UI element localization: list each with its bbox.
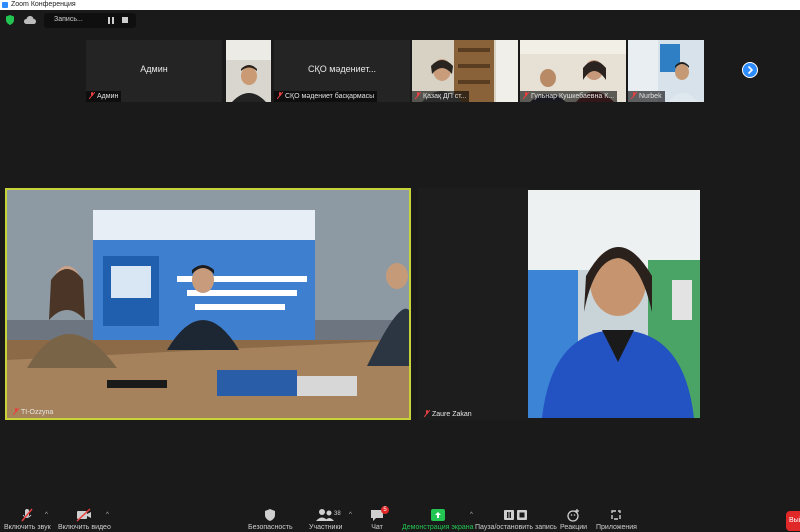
audio-options-caret[interactable]: ^ <box>45 512 48 518</box>
window-titlebar: Zoom Конференция <box>0 0 800 10</box>
participant-thumbnail-video[interactable]: Nurbek <box>628 40 704 102</box>
mic-muted-icon <box>523 92 529 99</box>
participant-thumbnail-video[interactable]: Гульнар Кушкебаевна К... <box>520 40 626 102</box>
camera-off-icon <box>76 508 92 522</box>
participant-name: TI-Ozzyna <box>21 409 54 416</box>
participant-display-name: Админ <box>140 64 168 74</box>
share-screen-button[interactable]: Демонстрация экрана <box>402 508 474 531</box>
participant-name-label: Zaure Zakan <box>424 410 472 418</box>
start-video-button[interactable]: Включить видео <box>58 508 111 531</box>
smiley-plus-icon <box>566 509 579 522</box>
microphone-muted-icon <box>21 508 33 522</box>
participant-caption-text: СҚО мәдениет басқармасы <box>285 93 375 100</box>
participant-caption-text: Қазақ ДП ст... <box>423 93 467 100</box>
unmute-audio-label: Включить звук <box>4 524 51 531</box>
recording-label: Запись... <box>54 16 83 23</box>
participant-name-label: TI-Ozzyna <box>13 408 53 416</box>
chat-unread-badge: 5 <box>381 506 389 514</box>
apps-label: Приложения <box>596 524 637 531</box>
pause-stop-recording-label: Пауза/остановить запись <box>475 524 557 531</box>
participant-thumbnail[interactable]: СҚО мәдениет... СҚО мәдениет басқармасы <box>274 40 410 102</box>
mic-muted-icon <box>424 410 430 417</box>
participant-caption: СҚО мәдениет басқармасы <box>274 91 378 102</box>
zoom-app-icon <box>2 2 8 8</box>
mic-muted-icon <box>277 92 283 99</box>
video-tile-image <box>7 190 409 418</box>
participant-name: Zaure Zakan <box>432 411 472 418</box>
apps-icon <box>611 510 622 520</box>
video-tile-camera-off[interactable]: Zaure Zakan <box>418 188 528 420</box>
participant-caption: Админ <box>86 91 122 102</box>
participant-caption-text: Админ <box>97 93 119 100</box>
next-page-button[interactable] <box>742 62 758 78</box>
participants-label: Участники <box>309 524 343 531</box>
participant-video-image <box>226 40 271 102</box>
leave-meeting-button[interactable]: Выйти <box>786 511 800 531</box>
participants-options-caret[interactable]: ^ <box>349 512 352 518</box>
participant-caption: Қазақ ДП ст... <box>412 91 470 102</box>
cloud-icon[interactable] <box>24 16 36 24</box>
mic-muted-icon <box>13 408 19 415</box>
reactions-label: Реакции <box>560 524 588 531</box>
participant-thumbnail[interactable]: Админ Админ <box>86 40 222 102</box>
stop-recording-icon[interactable] <box>122 17 128 23</box>
pause-stop-recording-button[interactable]: Пауза/остановить запись <box>475 508 557 531</box>
reactions-button[interactable]: Реакции <box>560 508 587 531</box>
security-button[interactable]: Безопасность <box>248 508 293 531</box>
window-title: Zoom Конференция <box>11 1 76 8</box>
mic-muted-icon <box>631 92 637 99</box>
chat-label: Чат <box>371 524 383 531</box>
participant-caption: Nurbek <box>628 91 665 102</box>
mic-muted-icon <box>89 92 95 99</box>
participant-caption: Гульнар Кушкебаевна К... <box>520 91 618 102</box>
video-options-caret[interactable]: ^ <box>106 512 109 518</box>
shield-icon[interactable] <box>6 15 14 25</box>
unmute-audio-button[interactable]: Включить звук <box>4 508 51 531</box>
share-options-caret[interactable]: ^ <box>470 512 473 518</box>
pause-stop-icon <box>503 510 527 520</box>
pause-recording-icon[interactable] <box>108 17 114 24</box>
start-video-label: Включить видео <box>58 524 111 531</box>
meeting-toolbar <box>0 500 800 532</box>
share-screen-label: Демонстрация экрана <box>402 524 474 531</box>
participants-count: 38 <box>334 511 341 517</box>
participant-display-name: СҚО мәдениет... <box>307 64 377 74</box>
participant-caption-text: Гульнар Кушкебаевна К... <box>531 93 615 100</box>
video-tile[interactable] <box>528 190 700 418</box>
security-label: Безопасность <box>248 524 293 531</box>
participant-caption-text: Nurbek <box>639 93 662 100</box>
mic-muted-icon <box>415 92 421 99</box>
video-tile-image <box>528 190 700 418</box>
shield-icon <box>265 509 276 521</box>
video-tile-active-speaker[interactable]: TI-Ozzyna <box>5 188 411 420</box>
share-screen-icon <box>430 509 445 521</box>
apps-button[interactable]: Приложения <box>596 508 637 531</box>
participant-thumbnail-video[interactable]: Қазақ ДП ст... <box>412 40 518 102</box>
participant-thumbnail-video[interactable] <box>226 40 271 102</box>
participants-icon <box>315 509 334 521</box>
chevron-right-icon <box>747 65 754 75</box>
